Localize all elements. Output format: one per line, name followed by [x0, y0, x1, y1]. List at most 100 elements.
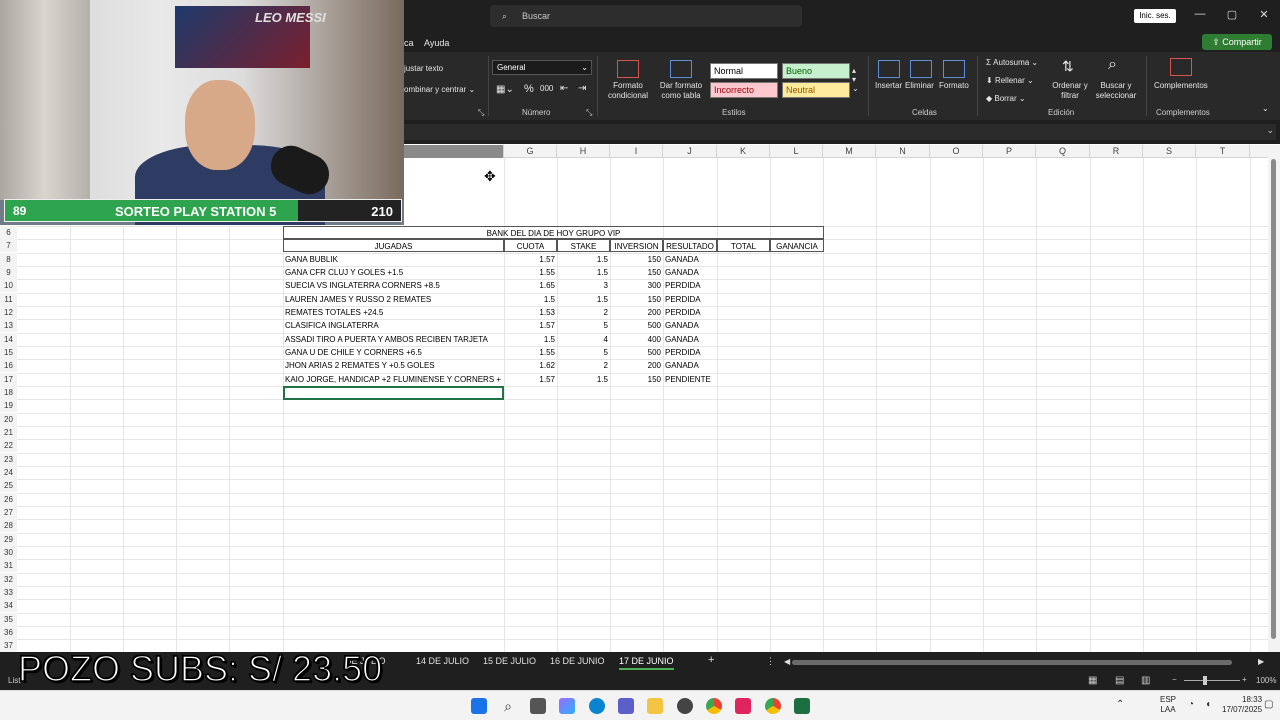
minimize-button[interactable]: —: [1190, 8, 1210, 20]
format-button[interactable]: Formato: [939, 81, 969, 90]
search-box[interactable]: ⌕ Buscar: [490, 5, 802, 27]
row-header[interactable]: 20: [0, 412, 17, 426]
styles-scroll-icon[interactable]: ▴ ▾ ⌄: [852, 66, 859, 93]
table-cell[interactable]: 200: [610, 306, 663, 319]
notification-icon[interactable]: ▢: [1264, 699, 1273, 710]
table-cell[interactable]: GANADA: [663, 319, 717, 332]
page-break-icon[interactable]: ▥: [1141, 675, 1150, 686]
column-header[interactable]: J: [663, 145, 717, 158]
zoom-level[interactable]: 100%: [1256, 676, 1276, 685]
collapse-ribbon-icon[interactable]: ⌄: [1262, 104, 1269, 113]
table-cell[interactable]: JHON ARIAS 2 REMATES Y +0.5 GOLES: [283, 359, 504, 372]
column-header[interactable]: G: [504, 145, 557, 158]
scroll-left-icon[interactable]: ◀: [784, 657, 790, 666]
vertical-scrollbar[interactable]: [1268, 145, 1280, 652]
table-title[interactable]: BANK DEL DIA DE HOY GRUPO VIP: [283, 226, 824, 239]
excel-icon[interactable]: [794, 698, 810, 714]
scroll-right-icon[interactable]: ▶: [1258, 657, 1264, 666]
teams-icon[interactable]: [618, 698, 634, 714]
table-cell[interactable]: PERDIDA: [663, 346, 717, 359]
row-header[interactable]: 22: [0, 439, 17, 453]
table-cell[interactable]: 300: [610, 279, 663, 292]
column-header[interactable]: O: [930, 145, 983, 158]
share-button[interactable]: ⇪ Compartir: [1202, 34, 1272, 50]
row-header[interactable]: 27: [0, 505, 17, 519]
row-header[interactable]: 6: [0, 226, 17, 239]
search-icon[interactable]: ⌕: [500, 698, 516, 714]
addins-button[interactable]: Complementos: [1154, 81, 1208, 90]
delete-button[interactable]: Eliminar: [905, 81, 934, 90]
table-cell[interactable]: 1.5: [557, 253, 610, 266]
table-cell[interactable]: 1.5: [557, 373, 610, 386]
table-cell[interactable]: 1.57: [504, 319, 557, 332]
table-cell[interactable]: 2: [557, 306, 610, 319]
zoom-out-icon[interactable]: −: [1172, 675, 1177, 684]
volume-icon[interactable]: ◖: [1205, 699, 1211, 710]
normal-view-icon[interactable]: ▦: [1088, 675, 1097, 686]
row-header[interactable]: 14: [0, 332, 17, 346]
row-header[interactable]: 30: [0, 545, 17, 559]
table-cell[interactable]: PENDIENTE: [663, 373, 717, 386]
row-header[interactable]: 24: [0, 465, 17, 479]
column-header[interactable]: K: [717, 145, 770, 158]
row-header[interactable]: 36: [0, 625, 17, 639]
table-header-cell[interactable]: JUGADAS: [283, 239, 504, 253]
row-header[interactable]: 31: [0, 559, 17, 573]
copilot-icon[interactable]: [559, 698, 575, 714]
table-header-cell[interactable]: RESULTADO: [663, 239, 717, 253]
formula-input[interactable]: [404, 124, 1276, 140]
tiktok-icon[interactable]: [735, 698, 751, 714]
add-sheet-icon[interactable]: +: [708, 654, 714, 666]
percent-icon[interactable]: %: [524, 83, 534, 95]
currency-icon[interactable]: ▦⌄: [496, 84, 514, 95]
clock[interactable]: 18:33 17/07/2025: [1222, 695, 1262, 715]
row-header[interactable]: 11: [0, 292, 17, 306]
row-header[interactable]: 7: [0, 239, 17, 253]
table-header-cell[interactable]: GANANCIA: [770, 239, 824, 253]
table-cell[interactable]: REMATES TOTALES +24.5: [283, 306, 504, 319]
table-cell[interactable]: 150: [610, 293, 663, 306]
sort-filter-button[interactable]: Ordenar y filtrar: [1050, 81, 1090, 101]
table-cell[interactable]: 150: [610, 253, 663, 266]
row-header[interactable]: 18: [0, 385, 17, 399]
page-layout-icon[interactable]: ▤: [1115, 675, 1124, 686]
row-header[interactable]: 25: [0, 479, 17, 493]
selected-cell[interactable]: [283, 386, 504, 400]
app-icon[interactable]: [677, 698, 693, 714]
table-cell[interactable]: GANA BUBLIK: [283, 253, 504, 266]
table-cell[interactable]: 5: [557, 346, 610, 359]
expand-formula-icon[interactable]: ⌄: [1266, 125, 1274, 136]
table-cell[interactable]: 5: [557, 319, 610, 332]
table-cell[interactable]: 1.5: [504, 333, 557, 346]
style-incorrecto[interactable]: Incorrecto: [710, 82, 778, 98]
file-explorer-icon[interactable]: [647, 698, 663, 714]
column-header[interactable]: T: [1196, 145, 1250, 158]
style-bueno[interactable]: Bueno: [782, 63, 850, 79]
number-format-select[interactable]: General ⌄: [492, 60, 592, 75]
table-cell[interactable]: 1.5: [557, 266, 610, 279]
row-header[interactable]: 37: [0, 639, 17, 653]
column-header[interactable]: H: [557, 145, 610, 158]
column-header[interactable]: S: [1143, 145, 1196, 158]
task-view-icon[interactable]: [530, 698, 546, 714]
table-cell[interactable]: 3: [557, 279, 610, 292]
windows-start-icon[interactable]: [471, 698, 487, 714]
conditional-format-button[interactable]: Formato condicional: [603, 81, 653, 101]
close-button[interactable]: ✕: [1254, 8, 1274, 21]
row-header[interactable]: 21: [0, 425, 17, 439]
table-cell[interactable]: 4: [557, 333, 610, 346]
table-header-cell[interactable]: STAKE: [557, 239, 610, 253]
table-header-cell[interactable]: INVERSION: [610, 239, 663, 253]
sheet-tab-active[interactable]: 17 DE JUNIO: [619, 656, 674, 670]
dialog-launcher-icon[interactable]: ⤡: [586, 108, 592, 118]
column-header[interactable]: P: [983, 145, 1036, 158]
table-cell[interactable]: 400: [610, 333, 663, 346]
table-cell[interactable]: 1.5: [504, 293, 557, 306]
row-header[interactable]: 15: [0, 345, 17, 359]
table-cell[interactable]: 1.57: [504, 253, 557, 266]
column-header[interactable]: N: [876, 145, 930, 158]
row-header[interactable]: 13: [0, 319, 17, 333]
wifi-icon[interactable]: ◔: [1188, 699, 1194, 710]
tab-partial[interactable]: ca: [404, 38, 414, 48]
table-cell[interactable]: GANA U DE CHILE Y CORNERS +6.5: [283, 346, 504, 359]
